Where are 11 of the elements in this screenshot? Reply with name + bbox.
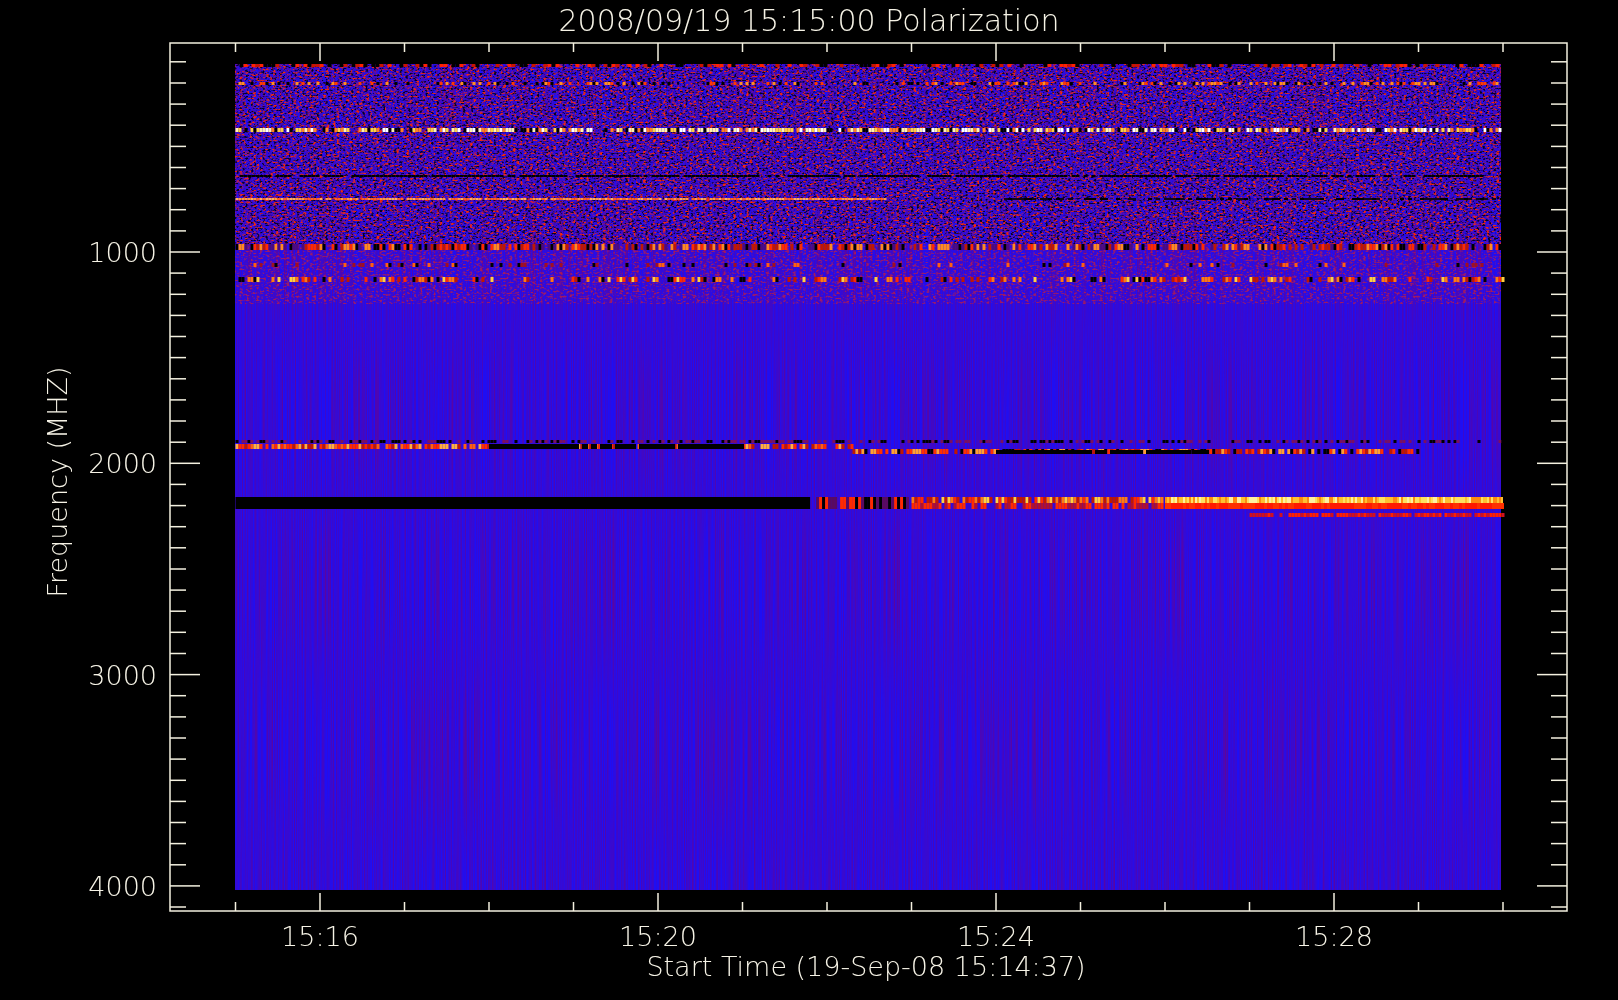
tick-label: 15:20	[619, 921, 697, 952]
axis-label: Frequency (MHZ)	[42, 366, 73, 598]
axis-label: Start Time (19-Sep-08 15:14:37)	[646, 951, 1086, 982]
tick-label: 15:28	[1295, 921, 1373, 952]
chart-title: 2008/09/19 15:15:00 Polarization	[558, 3, 1060, 38]
tick-label: 4000	[88, 870, 157, 902]
tick-label: 3000	[88, 659, 157, 691]
tick-label: 15:24	[957, 921, 1035, 952]
tick-label: 2000	[88, 448, 157, 480]
tick-label: 1000	[88, 237, 157, 268]
tick-label: 15:16	[281, 921, 359, 952]
